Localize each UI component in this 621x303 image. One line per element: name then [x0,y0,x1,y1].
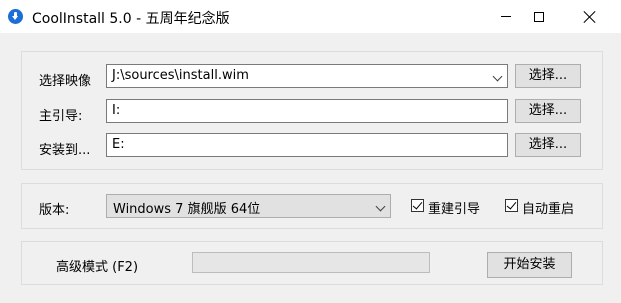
rebuild-boot-checkbox[interactable] [411,199,424,212]
image-path-combo[interactable]: J:\sources\install.wim [106,64,508,88]
image-label: 选择映像 [39,74,92,89]
close-button[interactable] [566,0,612,33]
version-selected-value: Windows 7 旗舰版 64位 [113,202,261,217]
choose-target-button[interactable]: 选择... [515,133,581,157]
dropdown-arrow-icon [492,71,503,82]
minimize-icon [501,16,511,17]
start-install-button[interactable]: 开始安装 [487,252,572,278]
install-target-field[interactable]: E: [106,133,508,157]
install-target-label: 安装到... [39,143,91,158]
app-download-icon [8,9,23,24]
install-progress-bar [192,252,430,273]
auto-restart-checkbox[interactable] [505,199,518,212]
window-title: CoolInstall 5.0 - 五周年纪念版 [32,11,230,27]
title-bar: CoolInstall 5.0 - 五周年纪念版 [0,0,621,33]
advanced-mode-label: 高级模式 (F2) [56,260,139,275]
dropdown-arrow-icon [375,201,386,212]
image-path-value: J:\sources\install.wim [112,68,249,83]
choose-boot-button[interactable]: 选择... [515,99,581,123]
auto-restart-label: 自动重启 [522,202,575,217]
maximize-button[interactable] [516,0,562,33]
choose-image-button[interactable]: 选择... [515,64,581,88]
boot-drive-field[interactable]: I: [106,99,508,123]
boot-label: 主引导: [39,109,83,124]
version-select[interactable]: Windows 7 旗舰版 64位 [106,194,391,218]
close-icon [583,11,595,23]
maximize-icon [534,11,544,22]
version-label: 版本: [39,203,70,218]
rebuild-boot-label: 重建引导 [428,202,481,217]
